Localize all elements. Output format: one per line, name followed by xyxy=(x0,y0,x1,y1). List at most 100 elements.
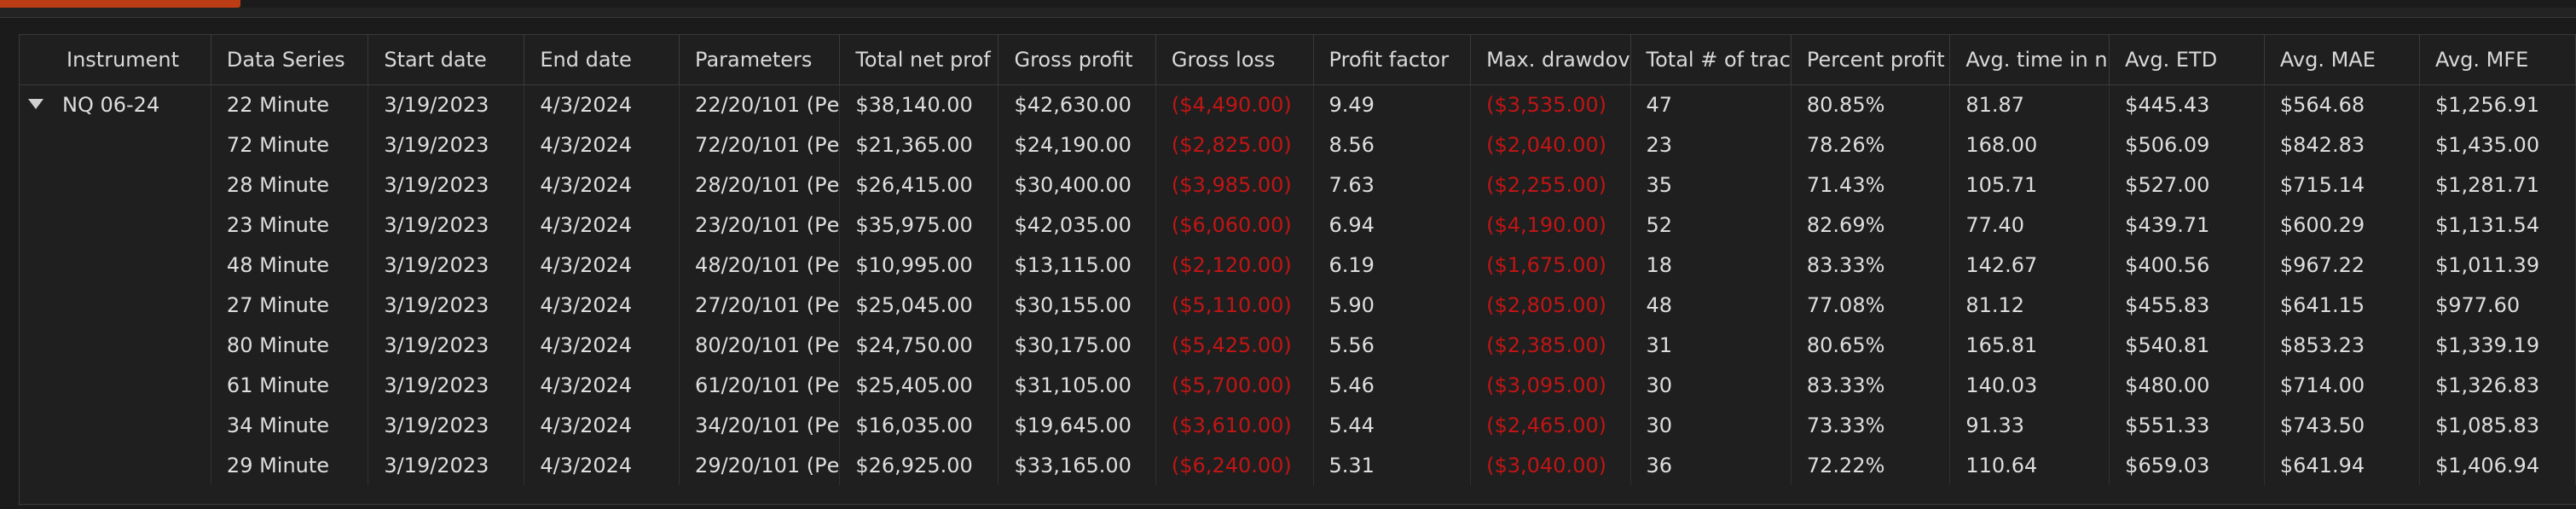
grid-bottom-border xyxy=(19,504,2576,505)
table-cell: $842.83 xyxy=(2264,124,2420,165)
table-row[interactable]: 28 Minute 3/19/2023 4/3/2024 28/20/101 (Pе $… xyxy=(20,165,2576,205)
column-header-total-net-prof[interactable]: Total net prof xyxy=(839,35,999,85)
table-cell: 30 xyxy=(1630,405,1792,445)
table-cell: 82.69% xyxy=(1791,205,1951,245)
table-cell: ($3,985.00) xyxy=(1155,165,1314,205)
instrument-cell xyxy=(20,445,211,485)
column-header-parameters[interactable]: Parameters xyxy=(679,35,841,85)
table-cell: 78.26% xyxy=(1791,124,1951,165)
table-cell: 80 Minute xyxy=(211,325,369,365)
table-cell: 23/20/101 (Pе xyxy=(679,205,841,245)
table-cell: $600.29 xyxy=(2264,205,2420,245)
table-cell: 48/20/101 (Pе xyxy=(679,245,841,285)
table-row[interactable]: 29 Minute 3/19/2023 4/3/2024 29/20/101 (Pе $… xyxy=(20,445,2576,485)
table-row[interactable]: 23 Minute 3/19/2023 4/3/2024 23/20/101 (Pе $… xyxy=(20,205,2576,245)
column-header-avg-etd[interactable]: Avg. ETD xyxy=(2109,35,2265,85)
table-cell: 4/3/2024 xyxy=(524,445,680,485)
table-cell: 4/3/2024 xyxy=(524,165,680,205)
table-cell: 73.33% xyxy=(1791,405,1951,445)
column-header-avg-mae[interactable]: Avg. MAE xyxy=(2264,35,2420,85)
table-row[interactable]: NQ 06-24 22 Minute 3/19/2023 4/3/2024 22/20/… xyxy=(20,84,2576,124)
table-cell: 71.43% xyxy=(1791,165,1951,205)
table-cell: 3/19/2023 xyxy=(368,205,525,245)
table-cell: $659.03 xyxy=(2109,445,2265,485)
table-cell: 61 Minute xyxy=(211,365,369,405)
table-cell: 81.87 xyxy=(1949,84,2110,124)
table-cell: 18 xyxy=(1630,245,1792,285)
table-row[interactable]: 61 Minute 3/19/2023 4/3/2024 61/20/101 (Pе $… xyxy=(20,365,2576,405)
table-cell: 77.40 xyxy=(1949,205,2110,245)
table-cell: 36 xyxy=(1630,445,1792,485)
table-cell: 3/19/2023 xyxy=(368,405,525,445)
table-cell: $24,750.00 xyxy=(839,325,999,365)
column-header-end-date[interactable]: End date xyxy=(524,35,680,85)
table-cell: 30 xyxy=(1630,365,1792,405)
instrument-cell xyxy=(20,205,211,245)
table-cell: $527.00 xyxy=(2109,165,2265,205)
column-header-avg-mfe[interactable]: Avg. MFE xyxy=(2419,35,2576,85)
table-cell: $445.43 xyxy=(2109,84,2265,124)
table-row[interactable]: 34 Minute 3/19/2023 4/3/2024 34/20/101 (Pе $… xyxy=(20,405,2576,445)
table-cell: $641.94 xyxy=(2264,445,2420,485)
table-cell: 3/19/2023 xyxy=(368,165,525,205)
table-cell: $31,105.00 xyxy=(998,365,1156,405)
table-row[interactable]: 27 Minute 3/19/2023 4/3/2024 27/20/101 (Pе $… xyxy=(20,285,2576,325)
column-header-total-of-trac[interactable]: Total # of trac xyxy=(1630,35,1792,85)
table-cell: $26,925.00 xyxy=(839,445,999,485)
column-header-avg-time-in-n[interactable]: Avg. time in n xyxy=(1949,35,2110,85)
instrument-cell xyxy=(20,405,211,445)
table-cell: 5.56 xyxy=(1313,325,1472,365)
table-cell: 80/20/101 (Pе xyxy=(679,325,841,365)
table-cell: 4/3/2024 xyxy=(524,84,680,124)
column-header-start-date[interactable]: Start date xyxy=(368,35,525,85)
active-tab-indicator[interactable] xyxy=(0,0,240,8)
column-header-max-drawdov[interactable]: Max. drawdov xyxy=(1470,35,1631,85)
table-cell: $30,400.00 xyxy=(998,165,1156,205)
table-cell: 4/3/2024 xyxy=(524,205,680,245)
table-cell: ($2,465.00) xyxy=(1470,405,1631,445)
instrument-cell: NQ 06-24 xyxy=(20,84,211,124)
table-cell: 165.81 xyxy=(1949,325,2110,365)
table-cell: 29/20/101 (Pе xyxy=(679,445,841,485)
table-cell: $1,281.71 xyxy=(2419,165,2576,205)
instrument-cell xyxy=(20,285,211,325)
table-cell: 4/3/2024 xyxy=(524,325,680,365)
table-cell: $853.23 xyxy=(2264,325,2420,365)
instrument-cell xyxy=(20,325,211,365)
table-cell: ($2,040.00) xyxy=(1470,124,1631,165)
table-cell: $551.33 xyxy=(2109,405,2265,445)
table-cell: 168.00 xyxy=(1949,124,2110,165)
column-header-profit-factor[interactable]: Profit factor xyxy=(1313,35,1472,85)
table-cell: $1,131.54 xyxy=(2419,205,2576,245)
table-cell: ($3,095.00) xyxy=(1470,365,1631,405)
table-cell: 6.94 xyxy=(1313,205,1472,245)
table-cell: 80.85% xyxy=(1791,84,1951,124)
table-row[interactable]: 72 Minute 3/19/2023 4/3/2024 72/20/101 (Pе $… xyxy=(20,124,2576,165)
table-cell: $26,415.00 xyxy=(839,165,999,205)
table-cell: 3/19/2023 xyxy=(368,285,525,325)
table-cell: $42,630.00 xyxy=(998,84,1156,124)
table-cell: ($1,675.00) xyxy=(1470,245,1631,285)
table-cell: $564.68 xyxy=(2264,84,2420,124)
column-header-gross-profit[interactable]: Gross profit xyxy=(998,35,1156,85)
table-cell: $25,045.00 xyxy=(839,285,999,325)
column-header-percent-profit[interactable]: Percent profit xyxy=(1791,35,1951,85)
table-cell: ($6,240.00) xyxy=(1155,445,1314,485)
table-cell: $21,365.00 xyxy=(839,124,999,165)
table-cell: 5.46 xyxy=(1313,365,1472,405)
table-row[interactable]: 80 Minute 3/19/2023 4/3/2024 80/20/101 (Pе $… xyxy=(20,325,2576,365)
table-cell: 52 xyxy=(1630,205,1792,245)
column-header-gross-loss[interactable]: Gross loss xyxy=(1155,35,1314,85)
table-cell: 34 Minute xyxy=(211,405,369,445)
table-cell: $967.22 xyxy=(2264,245,2420,285)
table-row[interactable]: 48 Minute 3/19/2023 4/3/2024 48/20/101 (Pе $… xyxy=(20,245,2576,285)
column-header-instrument[interactable]: Instrument xyxy=(20,35,211,85)
column-header-data-series[interactable]: Data Series xyxy=(211,35,369,85)
collapse-triangle-icon[interactable] xyxy=(28,98,43,109)
table-cell: ($3,535.00) xyxy=(1470,84,1631,124)
table-cell: 5.44 xyxy=(1313,405,1472,445)
instrument-label: NQ 06-24 xyxy=(62,92,160,117)
table-cell: $714.00 xyxy=(2264,365,2420,405)
table-cell: $1,339.19 xyxy=(2419,325,2576,365)
table-cell: 29 Minute xyxy=(211,445,369,485)
